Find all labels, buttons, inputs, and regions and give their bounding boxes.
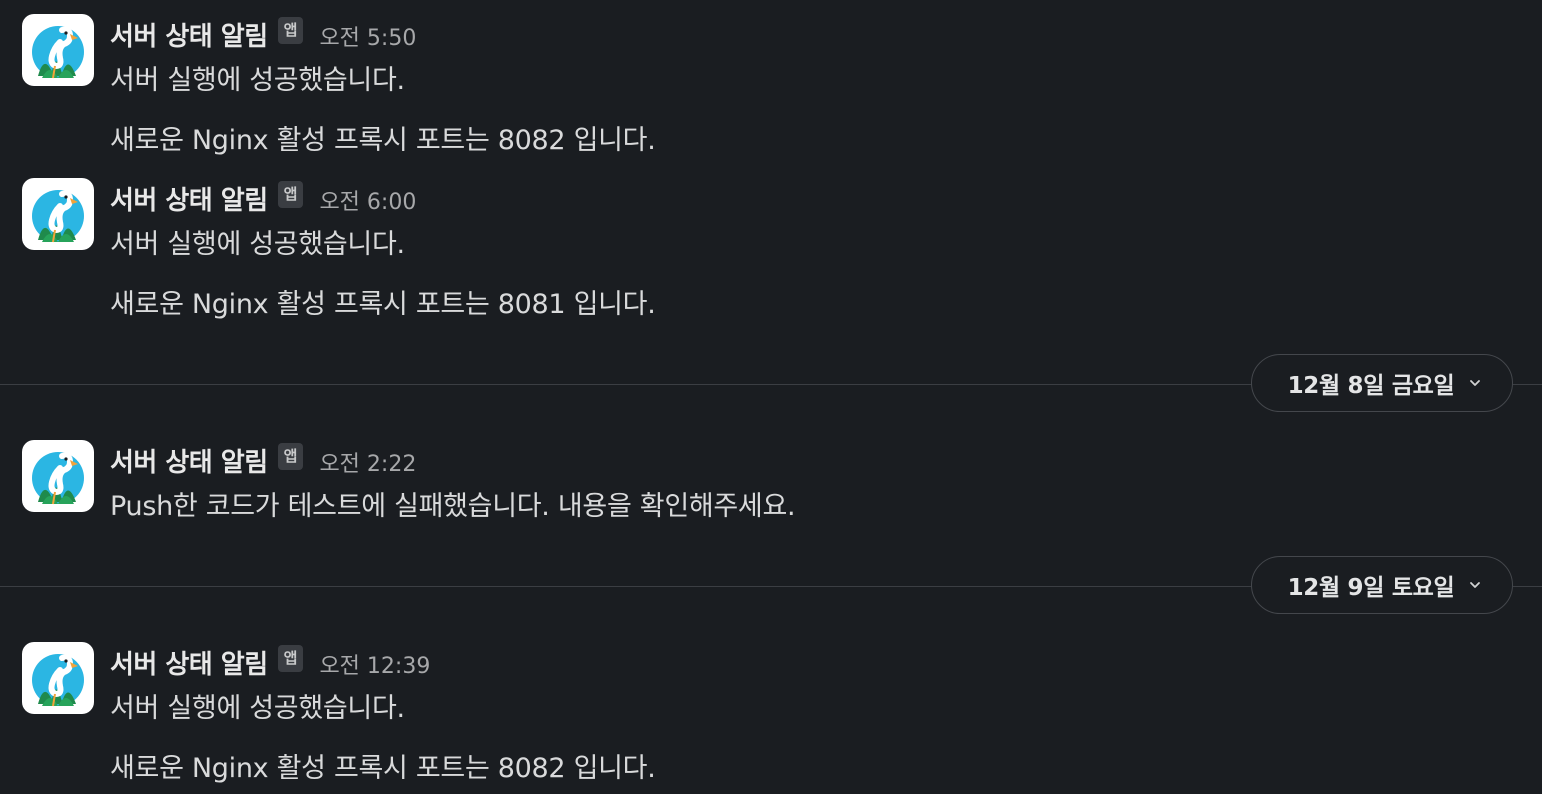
flamingo-icon[interactable] — [22, 14, 94, 86]
message-text: 서버 실행에 성공했습니다. — [110, 229, 405, 260]
message-header: 서버 상태 알림 앱 오전 12:39 — [110, 642, 430, 682]
message-text: 새로운 Nginx 활성 프록시 포트는 8081 입니다. — [110, 289, 656, 320]
date-divider: 12월 9일 토요일 — [0, 556, 1542, 616]
message-text: Push한 코드가 테스트에 실패했습니다. 내용을 확인해주세요. — [110, 491, 796, 522]
sender-name[interactable]: 서버 상태 알림 — [110, 644, 268, 681]
message-text: 서버 실행에 성공했습니다. — [110, 65, 405, 96]
message-text: 새로운 Nginx 활성 프록시 포트는 8082 입니다. — [110, 125, 656, 156]
message-header: 서버 상태 알림 앱 오전 6:00 — [110, 178, 416, 218]
app-badge: 앱 — [277, 180, 304, 208]
date-label: 12월 9일 토요일 — [1287, 575, 1455, 601]
message-text: 서버 실행에 성공했습니다. — [110, 693, 405, 724]
flamingo-icon[interactable] — [22, 642, 94, 714]
date-jump-button[interactable]: 12월 8일 금요일 — [1251, 354, 1513, 412]
app-badge: 앱 — [277, 16, 304, 44]
message-timestamp[interactable]: 오전 5:50 — [319, 20, 416, 52]
chevron-down-icon — [1470, 582, 1481, 588]
flamingo-icon[interactable] — [22, 440, 94, 512]
message-header: 서버 상태 알림 앱 오전 2:22 — [110, 440, 416, 480]
app-badge: 앱 — [277, 442, 304, 470]
sender-name[interactable]: 서버 상태 알림 — [110, 16, 268, 53]
flamingo-icon[interactable] — [22, 178, 94, 250]
message-timestamp[interactable]: 오전 6:00 — [319, 184, 416, 216]
date-jump-button[interactable]: 12월 9일 토요일 — [1251, 556, 1513, 614]
message-timestamp[interactable]: 오전 12:39 — [319, 648, 430, 680]
sender-name[interactable]: 서버 상태 알림 — [110, 180, 268, 217]
date-divider: 12월 8일 금요일 — [0, 354, 1542, 414]
message-timestamp[interactable]: 오전 2:22 — [319, 446, 416, 478]
chevron-down-icon — [1470, 380, 1481, 386]
message-header: 서버 상태 알림 앱 오전 5:50 — [110, 14, 416, 54]
message-text: 새로운 Nginx 활성 프록시 포트는 8082 입니다. — [110, 753, 656, 784]
app-badge: 앱 — [277, 644, 304, 672]
sender-name[interactable]: 서버 상태 알림 — [110, 442, 268, 479]
date-label: 12월 8일 금요일 — [1287, 373, 1455, 399]
